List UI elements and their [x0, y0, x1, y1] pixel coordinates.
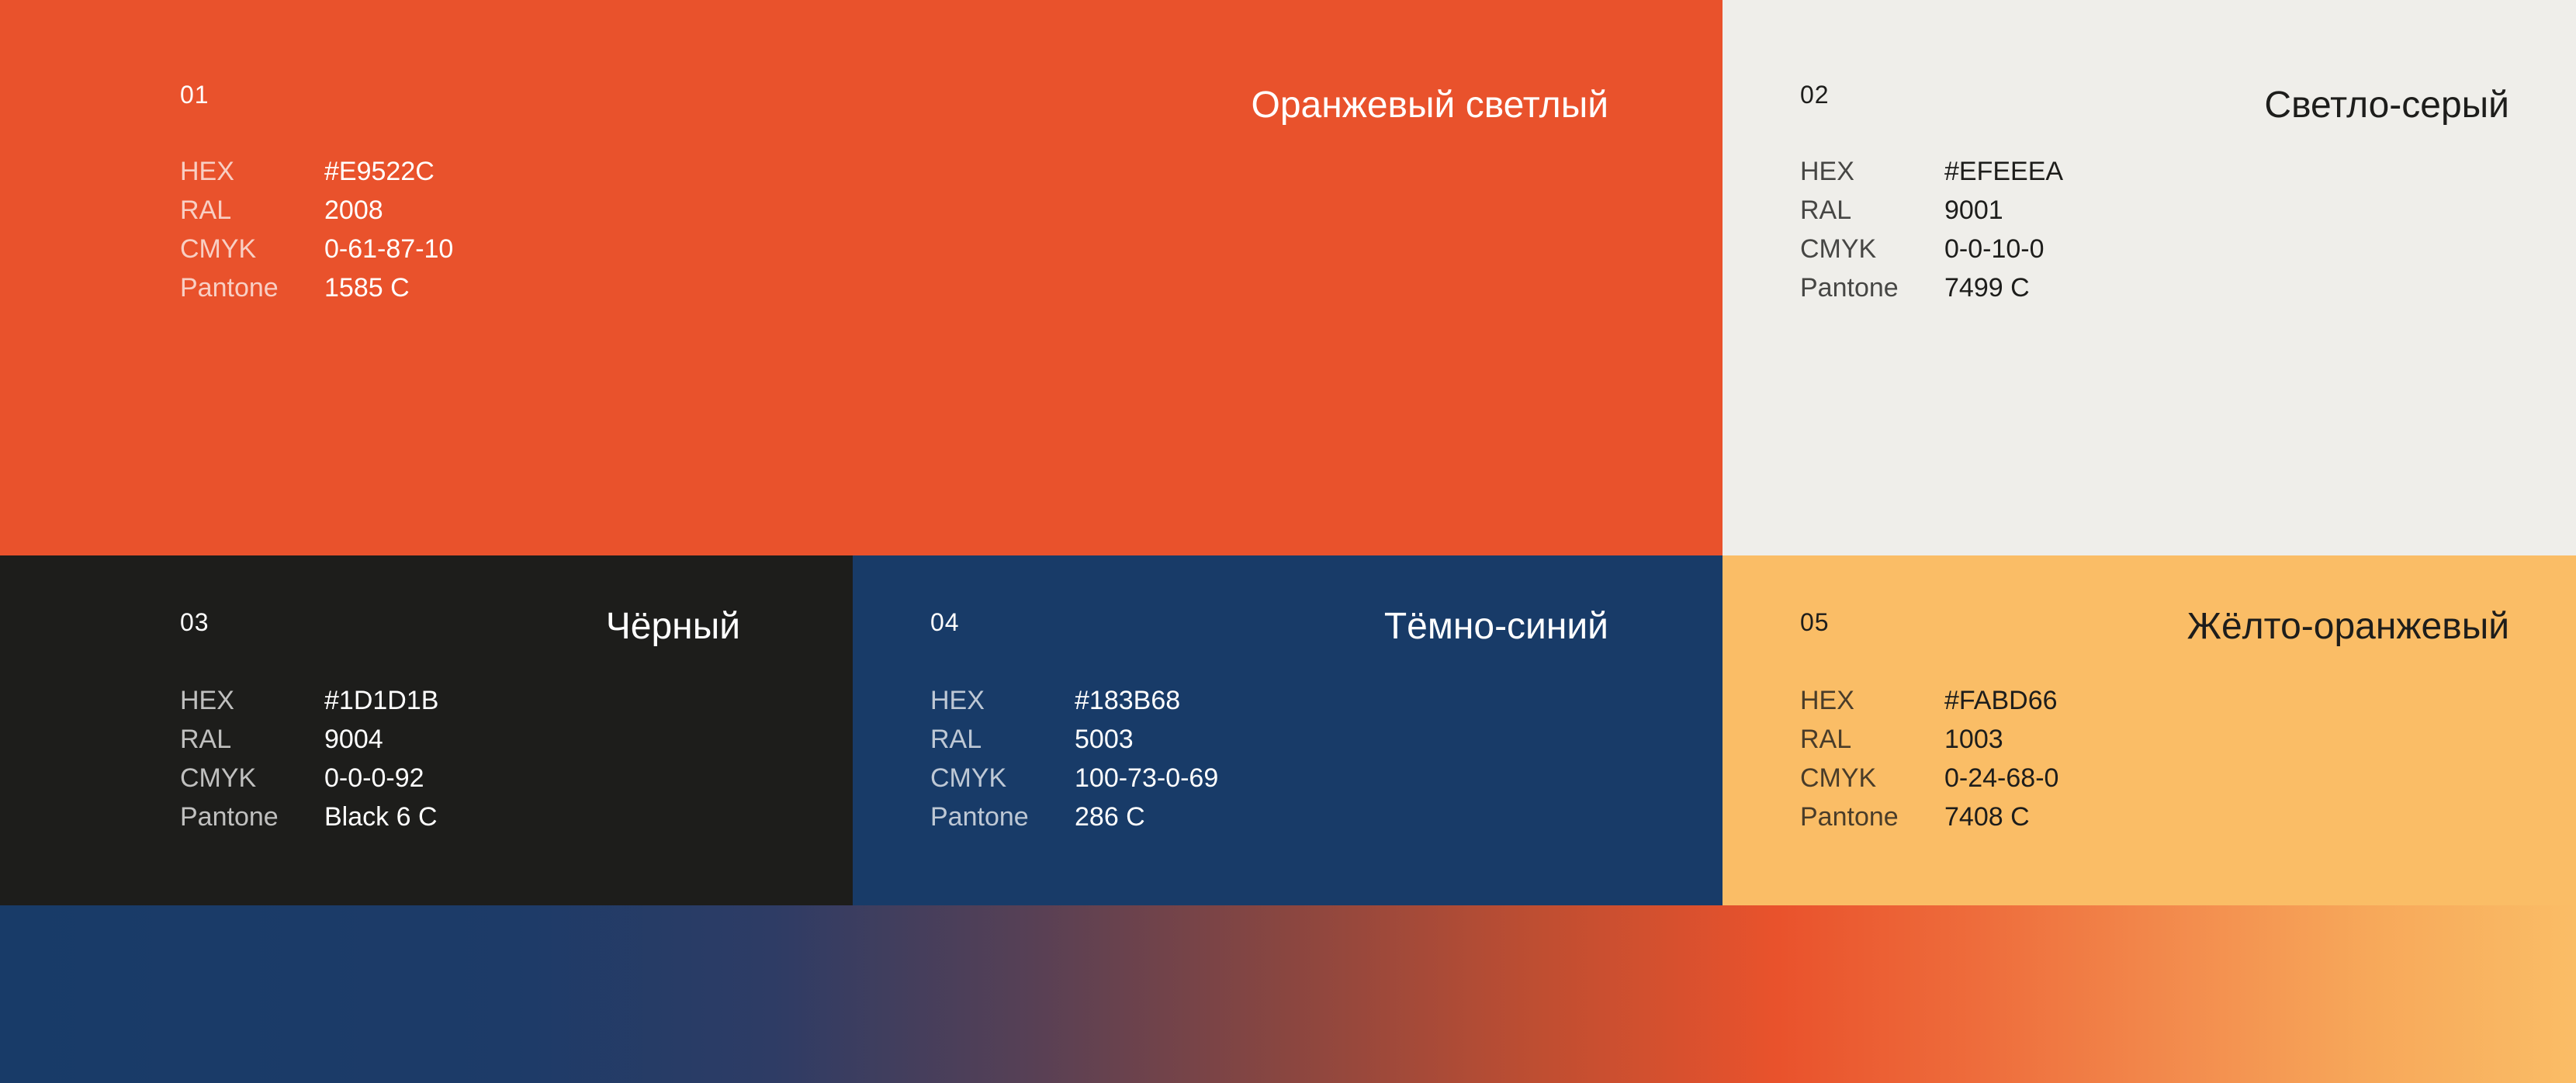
spec-row-cmyk: CMYK 0-0-10-0 — [1800, 230, 2063, 268]
color-palette: 01 Оранжевый светлый HEX #E9522C RAL 200… — [0, 0, 2576, 1083]
spec-value: 7499 C — [1944, 273, 2030, 303]
spec-row-ral: RAL 2008 — [180, 191, 453, 230]
spec-row-hex: HEX #EFEEEA — [1800, 152, 2063, 191]
spec-value: 9001 — [1944, 195, 2003, 225]
spec-label: CMYK — [1800, 234, 1877, 264]
spec-row-cmyk: CMYK 0-61-87-10 — [180, 230, 453, 268]
swatch-yellow-orange: 05 Жёлто-оранжевый HEX #FABD66 RAL 1003 … — [1723, 555, 2576, 905]
spec-row-cmyk: CMYK 0-0-0-92 — [180, 759, 438, 798]
spec-value: 0-0-10-0 — [1944, 234, 2045, 264]
gradient-strip — [0, 905, 2576, 1083]
spec-label: Pantone — [180, 273, 279, 303]
spec-label: HEX — [180, 686, 234, 715]
spec-value: #183B68 — [1075, 686, 1181, 715]
spec-label: RAL — [1800, 725, 1852, 754]
spec-label: Pantone — [930, 802, 1029, 832]
spec-row-pantone: Pantone Black 6 C — [180, 798, 438, 836]
spec-value: 286 C — [1075, 802, 1145, 832]
spec-row-ral: RAL 1003 — [1800, 720, 2058, 759]
swatch-light-gray: 02 Светло-серый HEX #EFEEEA RAL 9001 CMY… — [1723, 0, 2576, 555]
swatch-dark-blue: 04 Тёмно-синий HEX #183B68 RAL 5003 CMYK… — [853, 555, 1723, 905]
spec-label: RAL — [930, 725, 982, 754]
spec-value: 5003 — [1075, 725, 1134, 754]
spec-value: 7408 C — [1944, 802, 2030, 832]
spec-value: 1585 C — [324, 273, 410, 303]
spec-value: #E9522C — [324, 157, 435, 186]
spec-row-pantone: Pantone 286 C — [930, 798, 1218, 836]
swatch-black: 03 Чёрный HEX #1D1D1B RAL 9004 CMYK 0-0-… — [0, 555, 853, 905]
spec-label: RAL — [180, 725, 232, 754]
spec-row-hex: HEX #E9522C — [180, 152, 453, 191]
swatch-name: Светло-серый — [2264, 85, 2509, 126]
swatch-specs: HEX #1D1D1B RAL 9004 CMYK 0-0-0-92 Panto… — [180, 681, 438, 836]
spec-value: 100-73-0-69 — [1075, 763, 1219, 793]
swatch-name: Оранжевый светлый — [1251, 85, 1609, 126]
spec-row-cmyk: CMYK 0-24-68-0 — [1800, 759, 2058, 798]
spec-value: 0-24-68-0 — [1944, 763, 2059, 793]
spec-value: #FABD66 — [1944, 686, 2058, 715]
swatch-number: 04 — [930, 608, 960, 636]
spec-row-pantone: Pantone 7408 C — [1800, 798, 2058, 836]
swatch-specs: HEX #183B68 RAL 5003 CMYK 100-73-0-69 Pa… — [930, 681, 1218, 836]
spec-label: Pantone — [1800, 802, 1899, 832]
spec-label: CMYK — [180, 763, 257, 793]
swatch-number: 02 — [1800, 81, 1830, 109]
spec-label: CMYK — [180, 234, 257, 264]
spec-row-pantone: Pantone 7499 C — [1800, 268, 2063, 307]
spec-row-hex: HEX #FABD66 — [1800, 681, 2058, 720]
spec-value: Black 6 C — [324, 802, 438, 832]
spec-value: 0-61-87-10 — [324, 234, 454, 264]
spec-value: #EFEEEA — [1944, 157, 2064, 186]
swatch-specs: HEX #EFEEEA RAL 9001 CMYK 0-0-10-0 Panto… — [1800, 152, 2063, 307]
spec-value: #1D1D1B — [324, 686, 439, 715]
spec-label: HEX — [1800, 686, 1854, 715]
swatch-name: Тёмно-синий — [1383, 606, 1608, 647]
spec-row-ral: RAL 9001 — [1800, 191, 2063, 230]
spec-value: 9004 — [324, 725, 383, 754]
swatch-number: 03 — [180, 608, 209, 636]
spec-row-ral: RAL 5003 — [930, 720, 1218, 759]
spec-label: RAL — [1800, 195, 1852, 225]
spec-label: CMYK — [930, 763, 1007, 793]
swatch-specs: HEX #FABD66 RAL 1003 CMYK 0-24-68-0 Pant… — [1800, 681, 2058, 836]
swatch-orange-light: 01 Оранжевый светлый HEX #E9522C RAL 200… — [0, 0, 1723, 555]
swatch-name: Чёрный — [605, 606, 740, 647]
spec-value: 2008 — [324, 195, 383, 225]
spec-row-hex: HEX #183B68 — [930, 681, 1218, 720]
spec-row-ral: RAL 9004 — [180, 720, 438, 759]
swatch-specs: HEX #E9522C RAL 2008 CMYK 0-61-87-10 Pan… — [180, 152, 453, 307]
swatch-number: 05 — [1800, 608, 1830, 636]
spec-label: Pantone — [180, 802, 279, 832]
spec-label: HEX — [180, 157, 234, 186]
spec-label: RAL — [180, 195, 232, 225]
spec-row-hex: HEX #1D1D1B — [180, 681, 438, 720]
spec-row-pantone: Pantone 1585 C — [180, 268, 453, 307]
swatch-name: Жёлто-оранжевый — [2186, 606, 2509, 647]
spec-value: 0-0-0-92 — [324, 763, 424, 793]
spec-label: Pantone — [1800, 273, 1899, 303]
spec-label: HEX — [1800, 157, 1854, 186]
spec-value: 1003 — [1944, 725, 2003, 754]
spec-row-cmyk: CMYK 100-73-0-69 — [930, 759, 1218, 798]
spec-label: CMYK — [1800, 763, 1877, 793]
swatch-number: 01 — [180, 81, 209, 109]
spec-label: HEX — [930, 686, 985, 715]
